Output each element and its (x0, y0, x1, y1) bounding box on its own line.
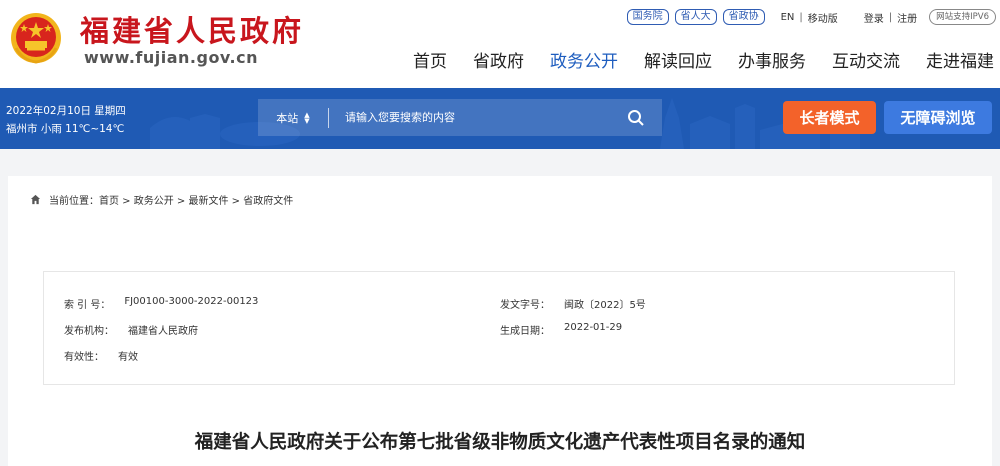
main-nav: 首页 省政府 政务公开 解读回应 办事服务 互动交流 走进福建 (413, 47, 994, 72)
nav-gov-affairs[interactable]: 政务公开 (550, 47, 618, 72)
meta-date-label: 生成日期： (500, 326, 550, 337)
elder-mode-button[interactable]: 长者模式 (783, 101, 876, 134)
meta-issuer: 发布机构： 福建省人民政府 (64, 322, 198, 337)
nav-services[interactable]: 办事服务 (738, 47, 806, 72)
home-icon (30, 194, 41, 205)
meta-doc-no-value: 闽政〔2022〕5号 (564, 300, 646, 311)
meta-issuer-value: 福建省人民政府 (128, 326, 198, 337)
breadcrumb: 当前位置：首页 > 政务公开 > 最新文件 > 省政府文件 (30, 192, 293, 207)
current-date: 2022年02月10日 星期四 (6, 105, 126, 117)
nav-home[interactable]: 首页 (413, 47, 447, 72)
nav-interaction[interactable]: 互动交流 (832, 47, 900, 72)
meta-date: 生成日期： 2022-01-29 (500, 322, 622, 337)
weather-text: 福州市 小雨 11℃~14℃ (6, 123, 125, 135)
site-url[interactable]: www.fujian.gov.cn (84, 48, 258, 67)
meta-index-value: FJ00100-3000-2022-00123 (124, 296, 259, 307)
updown-arrow-icon: ▲ ▼ (304, 110, 310, 125)
link-state-council[interactable]: 国务院 (626, 9, 669, 25)
search-icon (628, 109, 644, 126)
breadcrumb-text[interactable]: 当前位置：首页 > 政务公开 > 最新文件 > 省政府文件 (49, 192, 293, 207)
date-weather: 2022年02月10日 星期四 福州市 小雨 11℃~14℃ (6, 102, 126, 138)
nav-provincial-gov[interactable]: 省政府 (473, 47, 524, 72)
meta-index-label: 索 引 号： (64, 300, 111, 311)
link-provincial-cppcc[interactable]: 省政协 (722, 9, 765, 25)
search-scope-label: 本站 (276, 111, 299, 125)
link-provincial-congress[interactable]: 省人大 (674, 9, 717, 25)
link-mobile[interactable]: 移动版 (808, 10, 838, 25)
separator: | (888, 11, 893, 23)
info-search-bar: 2022年02月10日 星期四 福州市 小雨 11℃~14℃ 本站 ▲▼ 长者模… (0, 88, 1000, 149)
meta-index: 索 引 号： FJ00100-3000-2022-00123 (64, 296, 258, 311)
link-register[interactable]: 注册 (897, 10, 917, 25)
document-meta-card: 索 引 号： FJ00100-3000-2022-00123 发文字号： 闽政〔… (43, 271, 955, 385)
content-panel: 当前位置：首页 > 政务公开 > 最新文件 > 省政府文件 索 引 号： FJ0… (8, 176, 992, 466)
link-login[interactable]: 登录 (864, 10, 884, 25)
meta-validity-value: 有效 (118, 352, 138, 363)
top-utility-links: 国务院 省人大 省政协 EN | 移动版 登录 | 注册 网站支持IPV6 (626, 9, 996, 25)
search-scope-select[interactable]: 本站 ▲ ▼ (258, 110, 328, 126)
nav-about-fujian[interactable]: 走进福建 (926, 47, 994, 72)
search-button[interactable] (610, 99, 662, 136)
search-box: 本站 ▲ ▼ (258, 99, 662, 136)
search-input[interactable] (329, 99, 610, 136)
separator: | (799, 11, 803, 23)
meta-doc-no-label: 发文字号： (500, 300, 550, 311)
meta-doc-no: 发文字号： 闽政〔2022〕5号 (500, 296, 646, 311)
link-english[interactable]: EN (781, 12, 795, 23)
meta-validity: 有效性： 有效 (64, 348, 138, 363)
meta-issuer-label: 发布机构： (64, 326, 114, 337)
ipv6-badge: 网站支持IPV6 (929, 9, 996, 25)
meta-date-value: 2022-01-29 (564, 322, 623, 333)
nav-interpretation[interactable]: 解读回应 (644, 47, 712, 72)
site-header: 福建省人民政府 www.fujian.gov.cn 国务院 省人大 省政协 EN… (0, 0, 1000, 88)
document-title: 福建省人民政府关于公布第七批省级非物质文化遗产代表性项目名录的通知 (194, 432, 806, 453)
national-emblem-icon[interactable] (8, 8, 64, 64)
meta-validity-label: 有效性： (64, 352, 104, 363)
accessibility-button[interactable]: 无障碍浏览 (884, 101, 992, 134)
site-name-cn[interactable]: 福建省人民政府 (80, 8, 304, 50)
